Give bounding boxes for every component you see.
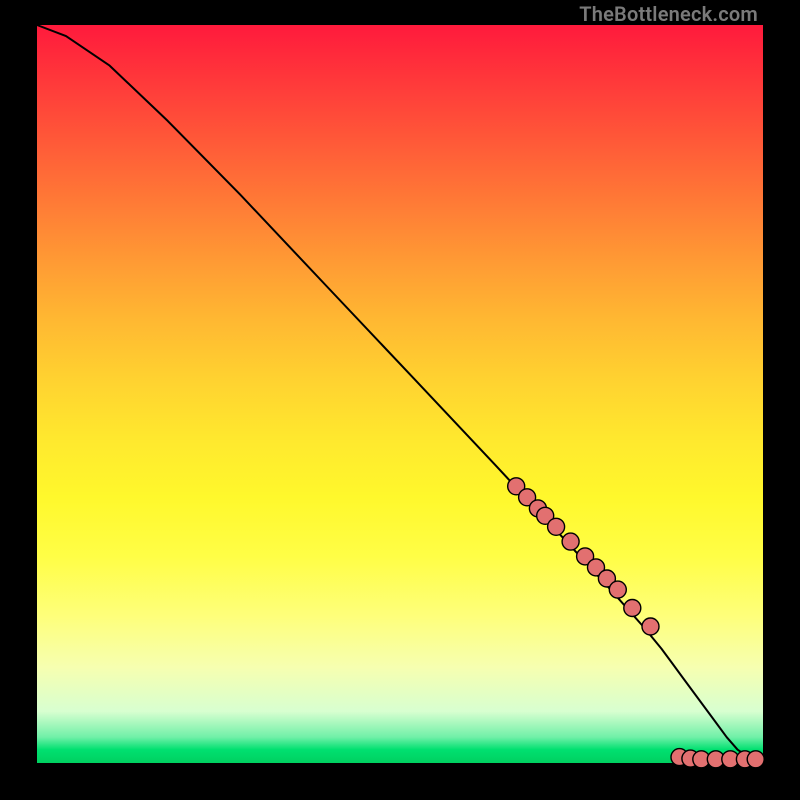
watermark-text: TheBottleneck.com [579,2,758,26]
chart-stage: TheBottleneck.com [0,0,800,800]
plot-area [37,25,763,763]
curve-path [37,25,763,760]
data-marker [642,618,659,635]
data-marker [609,581,626,598]
marker-group [508,478,765,768]
data-marker [548,518,565,535]
data-marker [747,751,764,768]
chart-svg [37,25,763,763]
data-marker [562,533,579,550]
data-marker [624,600,641,617]
